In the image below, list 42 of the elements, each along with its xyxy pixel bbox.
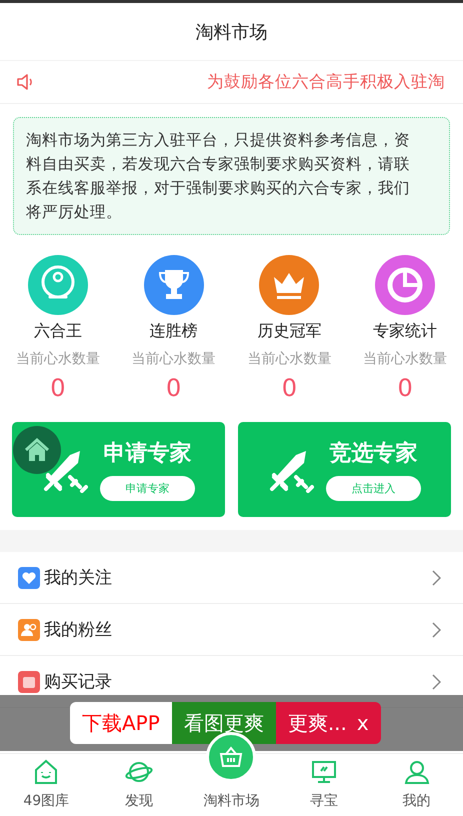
stat-subtitle: 当前心水数量 xyxy=(363,350,448,368)
menu-item[interactable]: 我的粉丝 xyxy=(0,604,463,656)
stat-title: 连胜榜 xyxy=(150,321,198,342)
stat-title: 六合王 xyxy=(34,321,82,342)
page-title: 淘料市场 xyxy=(196,20,268,44)
banner-segment[interactable]: 更爽... xyxy=(276,702,353,744)
menu-label: 我的粉丝 xyxy=(44,619,113,642)
stat-subtitle: 当前心水数量 xyxy=(16,350,100,368)
ball-icon[interactable] xyxy=(28,255,88,316)
stat-subtitle: 当前心水数量 xyxy=(247,350,332,368)
stat-title: 专家统计 xyxy=(373,321,438,342)
chevron-icon xyxy=(432,674,441,690)
stat-subtitle: 当前心水数量 xyxy=(132,350,216,368)
stat-count: 0 xyxy=(166,374,182,402)
close-button[interactable]: x xyxy=(352,702,381,744)
action-title: 申请专家 xyxy=(104,440,192,468)
pie-chart-icon[interactable] xyxy=(375,255,436,316)
monitor-icon[interactable] xyxy=(310,758,338,786)
notice-text: 淘料市场为第三方入驻平台，只提供资料参考信息，资料自由买卖，若发现六合专家强制要求购买资料，请联系在线客服举报，对于强制要求购买的六合专家，我们将严厉处理。 xyxy=(13,117,450,236)
chevron-icon xyxy=(432,622,441,638)
stat-title: 历史冠军 xyxy=(257,321,322,342)
trophy-icon[interactable] xyxy=(144,255,204,316)
action-title: 竞选专家 xyxy=(330,440,418,468)
stat-count: 0 xyxy=(50,374,66,402)
user-icon[interactable] xyxy=(402,758,431,786)
marquee-text: 为鼓励各位六合高手积极入驻淘 xyxy=(207,71,445,93)
basket-icon xyxy=(219,746,244,768)
nav-label[interactable]: 发现 xyxy=(124,792,153,810)
banner-segment[interactable]: 下载APP xyxy=(70,702,172,744)
menu-item[interactable]: 我的关注 xyxy=(0,552,463,604)
menu-label: 购买记录 xyxy=(44,671,113,694)
nav-label[interactable]: 我的 xyxy=(402,792,431,810)
crown-icon[interactable] xyxy=(259,255,320,316)
banner-segment[interactable]: 看图更爽 xyxy=(172,702,276,744)
menu-label: 我的关注 xyxy=(44,567,113,590)
stat-count: 0 xyxy=(282,374,298,402)
nav-label[interactable]: 淘料市场 xyxy=(203,792,260,810)
stat-count: 0 xyxy=(397,374,413,402)
chevron-icon xyxy=(432,570,441,586)
home-icon xyxy=(24,438,50,462)
nav-label[interactable]: 寻宝 xyxy=(310,792,338,810)
nav-label[interactable]: 49图库 xyxy=(23,792,70,810)
